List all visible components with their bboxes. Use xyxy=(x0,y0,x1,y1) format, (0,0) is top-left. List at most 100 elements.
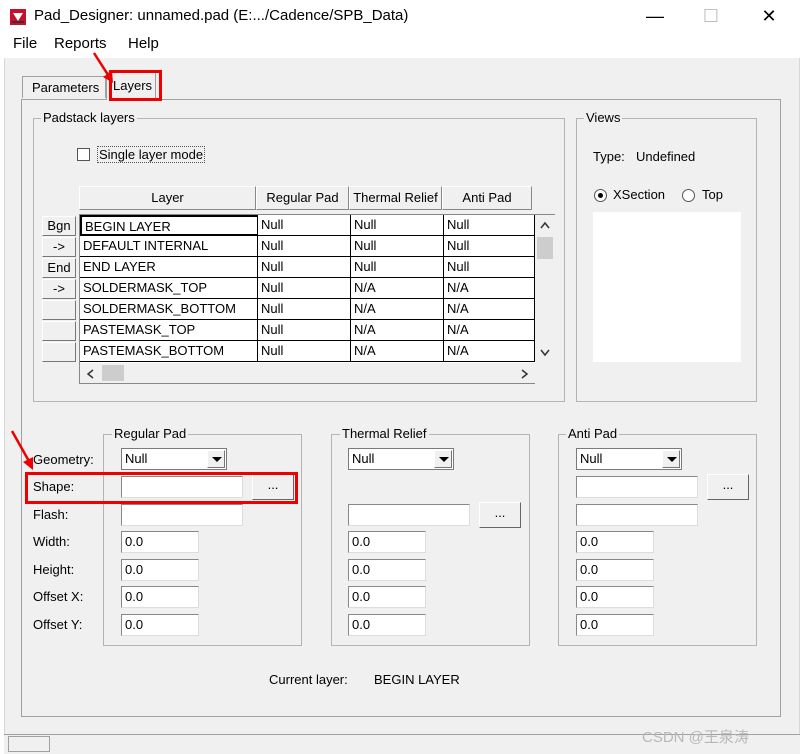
views-label: Views xyxy=(584,110,623,125)
grid-cell-anti-6[interactable]: N/A xyxy=(444,341,535,362)
thermal-relief-offset-y-input[interactable]: 0.0 xyxy=(348,614,426,636)
grid-cell-thermal-2[interactable]: Null xyxy=(351,257,444,278)
grid-cell-layer-3[interactable]: SOLDERMASK_TOP xyxy=(80,278,258,299)
column-header-regular-pad[interactable]: Regular Pad xyxy=(256,186,349,210)
offset-x-label: Offset X: xyxy=(33,589,84,604)
current-layer-label: Current layer: xyxy=(269,672,348,687)
status-bar-pane xyxy=(8,736,50,752)
single-layer-mode-label: Single layer mode xyxy=(97,146,206,163)
grid-cell-thermal-6[interactable]: N/A xyxy=(351,341,444,362)
views-type-label: Type: xyxy=(593,149,625,164)
grid-cell-anti-2[interactable]: Null xyxy=(444,257,535,278)
thermal-relief-flash-browse-button[interactable]: ... xyxy=(479,502,521,528)
grid-horizontal-scrollbar[interactable] xyxy=(79,363,535,384)
dropdown-arrow-icon[interactable] xyxy=(434,450,452,468)
column-header-anti-pad[interactable]: Anti Pad xyxy=(442,186,532,210)
thermal-relief-height-input[interactable]: 0.0 xyxy=(348,559,426,581)
scroll-up-arrow-icon[interactable] xyxy=(540,221,550,229)
geometry-label: Geometry: xyxy=(33,452,94,467)
grid-cell-anti-1[interactable]: Null xyxy=(444,236,535,257)
row-button-bgn[interactable]: Bgn xyxy=(42,216,76,236)
grid-cell-anti-4[interactable]: N/A xyxy=(444,299,535,320)
grid-cell-anti-0[interactable]: Null xyxy=(444,215,535,236)
thermal-relief-flash-input[interactable] xyxy=(348,504,470,526)
regular-pad-flash-input[interactable] xyxy=(121,504,243,526)
regular-pad-width-input[interactable]: 0.0 xyxy=(121,531,199,553)
grid-cell-layer-0[interactable]: BEGIN LAYER xyxy=(80,215,258,236)
grid-cell-thermal-1[interactable]: Null xyxy=(351,236,444,257)
grid-cell-layer-6[interactable]: PASTEMASK_BOTTOM xyxy=(80,341,258,362)
regular-pad-height-input[interactable]: 0.0 xyxy=(121,559,199,581)
row-button-arrow-1[interactable]: -> xyxy=(42,237,76,257)
thermal-relief-width-input[interactable]: 0.0 xyxy=(348,531,426,553)
scroll-left-arrow-icon[interactable] xyxy=(86,369,94,379)
menu-help[interactable]: Help xyxy=(128,35,159,52)
grid-cell-layer-4[interactable]: SOLDERMASK_BOTTOM xyxy=(80,299,258,320)
single-layer-mode-checkbox[interactable] xyxy=(77,148,90,161)
grid-cell-thermal-4[interactable]: N/A xyxy=(351,299,444,320)
xsection-radio-label: XSection xyxy=(613,187,666,202)
padstack-layers-label: Padstack layers xyxy=(41,110,137,125)
close-button[interactable]: ✕ xyxy=(746,0,792,32)
anti-pad-shape-input[interactable] xyxy=(576,476,698,498)
anti-pad-geometry-select[interactable]: Null xyxy=(576,448,682,470)
horizontal-scroll-thumb[interactable] xyxy=(102,365,124,381)
regular-pad-label: Regular Pad xyxy=(112,426,189,441)
grid-cell-regular-6[interactable]: Null xyxy=(258,341,351,362)
dropdown-arrow-icon[interactable] xyxy=(662,450,680,468)
row-button-arrow-2[interactable]: -> xyxy=(42,279,76,299)
row-button-5[interactable] xyxy=(42,300,76,320)
thermal-relief-geometry-select[interactable]: Null xyxy=(348,448,454,470)
grid-cell-anti-3[interactable]: N/A xyxy=(444,278,535,299)
row-button-7[interactable] xyxy=(42,342,76,362)
row-button-end[interactable]: End xyxy=(42,258,76,278)
minimize-button[interactable]: — xyxy=(632,0,678,32)
thermal-relief-offset-x-input[interactable]: 0.0 xyxy=(348,586,426,608)
grid-cell-regular-5[interactable]: Null xyxy=(258,320,351,341)
scroll-down-arrow-icon[interactable] xyxy=(540,349,550,357)
anti-pad-offset-y-input[interactable]: 0.0 xyxy=(576,614,654,636)
column-header-thermal-relief[interactable]: Thermal Relief xyxy=(349,186,442,210)
vertical-scroll-thumb[interactable] xyxy=(537,237,553,259)
padstack-layer-grid[interactable]: BEGIN LAYER Null Null Null DEFAULT INTER… xyxy=(79,214,535,363)
anti-pad-shape-browse-button[interactable]: ... xyxy=(707,474,749,500)
dropdown-arrow-icon[interactable] xyxy=(207,450,225,468)
grid-cell-anti-5[interactable]: N/A xyxy=(444,320,535,341)
views-preview-canvas xyxy=(593,212,741,362)
grid-cell-regular-0[interactable]: Null xyxy=(258,215,351,236)
annotation-shape-row-box xyxy=(25,472,298,504)
grid-cell-layer-5[interactable]: PASTEMASK_TOP xyxy=(80,320,258,341)
column-header-layer[interactable]: Layer xyxy=(79,186,256,210)
anti-pad-height-input[interactable]: 0.0 xyxy=(576,559,654,581)
grid-cell-regular-1[interactable]: Null xyxy=(258,236,351,257)
width-label: Width: xyxy=(33,534,70,549)
menu-file[interactable]: File xyxy=(13,35,37,52)
row-button-6[interactable] xyxy=(42,321,76,341)
grid-cell-layer-1[interactable]: DEFAULT INTERNAL xyxy=(80,236,258,257)
anti-pad-width-input[interactable]: 0.0 xyxy=(576,531,654,553)
thermal-relief-label: Thermal Relief xyxy=(340,426,429,441)
anti-pad-flash-input[interactable] xyxy=(576,504,698,526)
top-radio-label: Top xyxy=(702,187,723,202)
grid-cell-regular-2[interactable]: Null xyxy=(258,257,351,278)
anti-pad-offset-x-input[interactable]: 0.0 xyxy=(576,586,654,608)
regular-pad-offset-x-input[interactable]: 0.0 xyxy=(121,586,199,608)
height-label: Height: xyxy=(33,562,75,577)
regular-pad-offset-y-input[interactable]: 0.0 xyxy=(121,614,199,636)
anti-pad-geometry-value: Null xyxy=(580,451,603,466)
grid-cell-thermal-3[interactable]: N/A xyxy=(351,278,444,299)
top-radio[interactable] xyxy=(682,189,695,202)
grid-cell-regular-3[interactable]: Null xyxy=(258,278,351,299)
app-logo-icon xyxy=(10,9,26,25)
grid-cell-layer-2[interactable]: END LAYER xyxy=(80,257,258,278)
grid-cell-regular-4[interactable]: Null xyxy=(258,299,351,320)
xsection-radio[interactable] xyxy=(594,189,607,202)
maximize-button[interactable]: ☐ xyxy=(688,0,734,32)
grid-cell-thermal-0[interactable]: Null xyxy=(351,215,444,236)
scroll-right-arrow-icon[interactable] xyxy=(521,369,529,379)
watermark: CSDN @王泉涛 xyxy=(642,729,749,746)
grid-cell-thermal-5[interactable]: N/A xyxy=(351,320,444,341)
annotation-arrow-icon xyxy=(10,430,33,470)
grid-vertical-scrollbar[interactable] xyxy=(535,214,555,363)
regular-pad-geometry-select[interactable]: Null xyxy=(121,448,227,470)
